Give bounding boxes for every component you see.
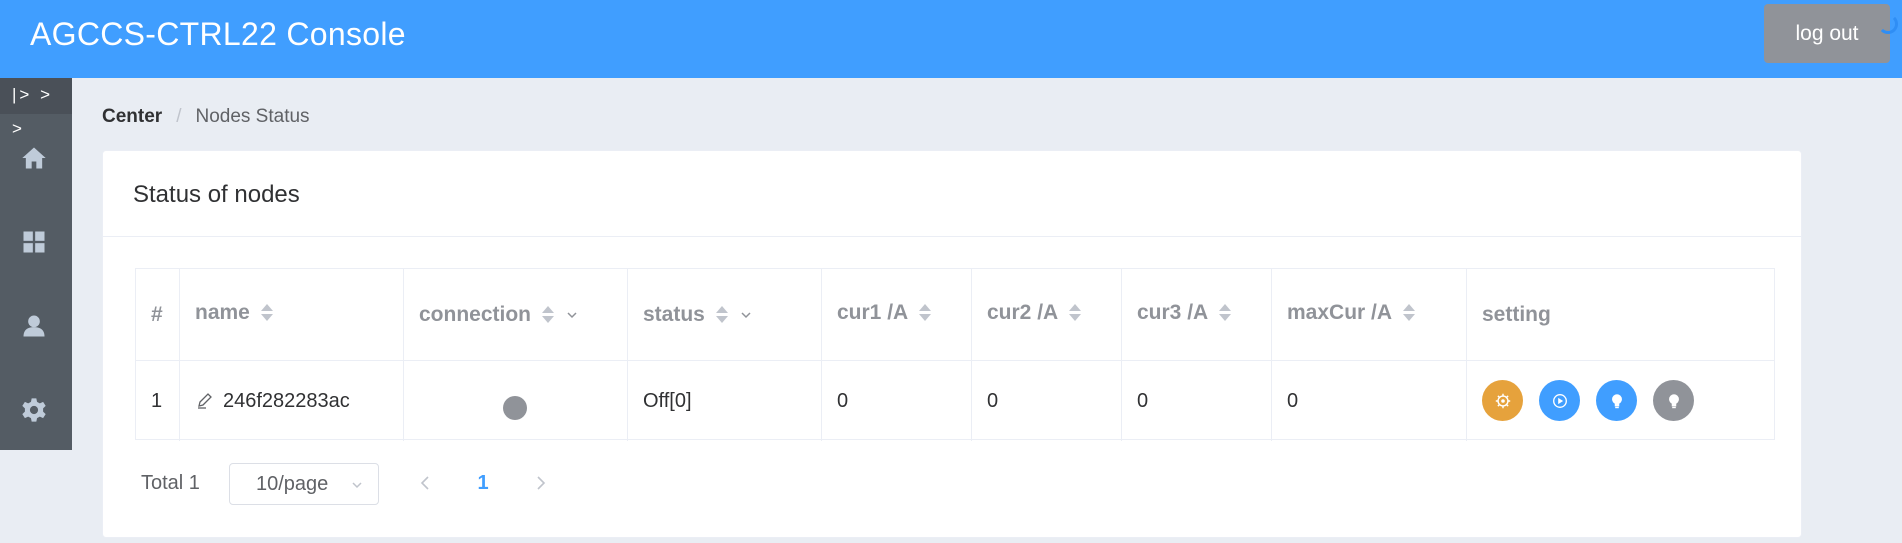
user-icon[interactable] (20, 312, 48, 340)
connection-status-dot (503, 396, 527, 420)
table-row: 1 246f282283ac Off[0] 0 0 0 0 (136, 361, 1774, 441)
page-size-select[interactable]: 10/page (229, 463, 379, 505)
next-page-button[interactable] (531, 473, 551, 493)
column-header-label: status (643, 302, 705, 326)
chevron-left-icon (420, 476, 429, 490)
maxcur-value: 0 (1287, 389, 1299, 412)
column-header-cur3[interactable]: cur3 /A (1122, 269, 1272, 360)
node-light-on-button[interactable] (1596, 380, 1637, 421)
node-play-button[interactable] (1539, 380, 1580, 421)
cell-name: 246f282283ac (180, 361, 404, 441)
node-light-off-button[interactable] (1653, 380, 1694, 421)
column-header-setting: setting (1467, 269, 1774, 360)
bulb-icon (1611, 393, 1622, 408)
column-header-label: setting (1482, 302, 1551, 326)
filter-chevron-down-icon[interactable] (565, 308, 579, 322)
setting-button-group (1482, 380, 1694, 421)
bulb-icon (1668, 393, 1679, 408)
sort-caret-icon[interactable] (1068, 302, 1082, 324)
column-header-label: cur3 /A (1137, 300, 1209, 324)
loading-spinner-icon (1878, 14, 1898, 34)
chevron-right-icon (537, 476, 546, 490)
node-name: 246f282283ac (223, 389, 350, 412)
play-icon (1552, 393, 1567, 408)
column-header-label: cur2 /A (987, 300, 1059, 324)
chevron-down-icon (350, 478, 364, 492)
cur1-value: 0 (837, 389, 849, 412)
row-index: 1 (151, 389, 163, 412)
column-header-index: # (136, 269, 180, 360)
cur2-value: 0 (987, 389, 999, 412)
sort-caret-icon[interactable] (918, 302, 932, 324)
column-header-status[interactable]: status (628, 269, 822, 360)
filter-chevron-down-icon[interactable] (739, 308, 753, 322)
breadcrumb: Center / Nodes Status (102, 104, 310, 130)
sort-caret-icon[interactable] (1218, 302, 1232, 324)
app-title: AGCCS-CTRL22 Console (30, 16, 406, 52)
cell-maxcur: 0 (1272, 361, 1467, 441)
cell-cur3: 0 (1122, 361, 1272, 441)
table-header-row: # name connection status cur1 /A cur2 /A… (136, 269, 1774, 361)
cell-connection (404, 361, 628, 441)
cell-cur2: 0 (972, 361, 1122, 441)
prev-page-button[interactable] (415, 473, 435, 493)
node-settings-button[interactable] (1482, 380, 1523, 421)
home-icon[interactable] (20, 144, 48, 172)
column-header-label: # (151, 302, 163, 326)
sidebar: |> > > (0, 78, 72, 450)
top-header: AGCCS-CTRL22 Console log out (0, 0, 1902, 78)
cell-index: 1 (136, 361, 180, 441)
page-number-current[interactable]: 1 (463, 463, 503, 503)
column-header-label: cur1 /A (837, 300, 909, 324)
nodes-status-card: Status of nodes # name connection status… (102, 150, 1802, 538)
column-header-connection[interactable]: connection (404, 269, 628, 360)
cur3-value: 0 (1137, 389, 1149, 412)
breadcrumb-current: Nodes Status (195, 106, 310, 127)
column-header-label: connection (419, 302, 532, 326)
pagination: Total 1 10/page 1 (141, 463, 741, 505)
gear-icon[interactable] (20, 396, 48, 424)
column-header-label: maxCur /A (1287, 300, 1393, 324)
sort-caret-icon[interactable] (260, 302, 274, 324)
cell-status: Off[0] (628, 361, 822, 441)
cell-cur1: 0 (822, 361, 972, 441)
sort-caret-icon[interactable] (541, 304, 555, 326)
column-header-cur2[interactable]: cur2 /A (972, 269, 1122, 360)
pagination-total: Total 1 (141, 472, 200, 494)
settings-icon (1495, 393, 1510, 408)
cell-setting (1467, 361, 1774, 441)
breadcrumb-separator: / (176, 106, 182, 127)
column-header-name[interactable]: name (180, 269, 404, 360)
column-header-maxcur[interactable]: maxCur /A (1272, 269, 1467, 360)
sort-caret-icon[interactable] (1402, 302, 1416, 324)
sidebar-collapse-toggle[interactable]: |> > > (0, 78, 72, 138)
card-title: Status of nodes (133, 181, 300, 208)
card-divider (103, 236, 1801, 237)
page-size-value: 10/page (256, 473, 329, 495)
nodes-table: # name connection status cur1 /A cur2 /A… (135, 268, 1775, 441)
column-header-label: name (195, 300, 250, 324)
column-header-cur1[interactable]: cur1 /A (822, 269, 972, 360)
breadcrumb-root[interactable]: Center (102, 106, 162, 127)
logout-button[interactable]: log out (1764, 4, 1890, 63)
sort-caret-icon[interactable] (715, 304, 729, 326)
node-status: Off[0] (643, 389, 692, 412)
grid-icon[interactable] (20, 228, 48, 256)
edit-pencil-icon[interactable] (195, 391, 215, 411)
